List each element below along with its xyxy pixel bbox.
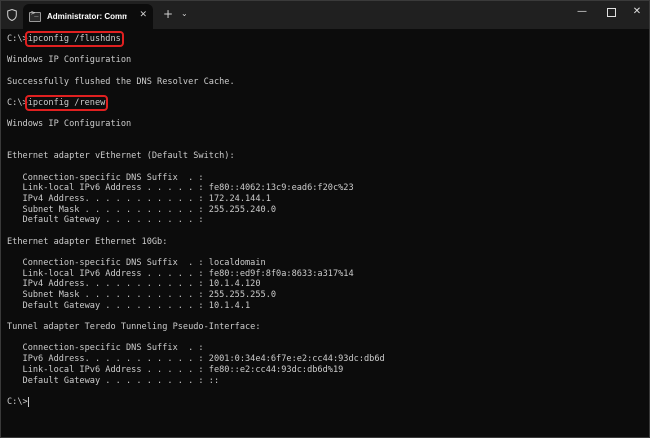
admin-shield-icon — [7, 9, 17, 21]
maximize-icon — [606, 8, 616, 17]
terminal-line: C:\>ipconfig /renew — [7, 95, 643, 112]
terminal-line: Default Gateway . . . . . . . . . : :: — [7, 376, 643, 387]
output-text: Ethernet adapter vEthernet (Default Swit… — [7, 151, 235, 162]
command-text: ipconfig /flushdns — [24, 31, 124, 47]
terminal-line: C:\> — [7, 396, 643, 408]
terminal-line: Connection-specific DNS Suffix . : — [7, 343, 643, 354]
terminal-line: IPv4 Address. . . . . . . . . . . : 172.… — [7, 194, 643, 205]
terminal-line: Link-local IPv6 Address . . . . . : fe80… — [7, 183, 643, 194]
terminal-line: Subnet Mask . . . . . . . . . . . : 255.… — [7, 205, 643, 216]
command-text: ipconfig /renew — [24, 95, 109, 112]
output-text: Default Gateway . . . . . . . . . : 10.1… — [7, 300, 251, 311]
terminal-line: Ethernet adapter Ethernet 10Gb: — [7, 237, 643, 248]
new-tab-button[interactable]: + — [163, 7, 173, 21]
terminal-line: Windows IP Configuration — [7, 119, 643, 130]
close-window-button[interactable]: ✕ — [630, 6, 644, 17]
minimize-button[interactable]: — — [575, 6, 589, 17]
terminal-line: IPv6 Address. . . . . . . . . . . : 2001… — [7, 354, 643, 365]
output-text: Subnet Mask . . . . . . . . . . . : 255.… — [7, 204, 277, 215]
output-text: Windows IP Configuration — [7, 119, 132, 130]
terminal-line: Successfully flushed the DNS Resolver Ca… — [7, 77, 643, 88]
output-text: Link-local IPv6 Address . . . . . : fe80… — [7, 268, 354, 279]
output-text: Default Gateway . . . . . . . . . : :: — [7, 375, 220, 386]
output-text: IPv4 Address. . . . . . . . . . . : 10.1… — [7, 279, 261, 290]
terminal-line: Tunnel adapter Teredo Tunneling Pseudo-I… — [7, 322, 643, 333]
tab-command-prompt[interactable]: Administrator: Command Pro ✕ — [23, 4, 153, 29]
command-prompt-text: C:\> — [7, 396, 28, 407]
terminal-output[interactable]: C:\>ipconfig /flushdns Windows IP Configu… — [7, 31, 643, 437]
terminal-line: Connection-specific DNS Suffix . : local… — [7, 258, 643, 269]
command-prompt-icon — [29, 9, 41, 22]
output-text: Connection-specific DNS Suffix . : — [7, 343, 204, 354]
output-text: Link-local IPv6 Address . . . . . : fe80… — [7, 364, 344, 375]
output-text: Connection-specific DNS Suffix . : local… — [7, 258, 266, 269]
tab-close-icon[interactable]: ✕ — [139, 10, 147, 20]
maximize-button[interactable] — [604, 6, 618, 20]
text-cursor — [27, 396, 29, 407]
output-text: Windows IP Configuration — [7, 55, 132, 66]
terminal-line: Ethernet adapter vEthernet (Default Swit… — [7, 151, 643, 162]
command-prompt-text: C:\> — [7, 34, 28, 44]
title-bar: Administrator: Command Pro ✕ + ⌄ — ✕ — [1, 1, 649, 29]
terminal-line: Default Gateway . . . . . . . . . : 10.1… — [7, 301, 643, 312]
terminal-window: Administrator: Command Pro ✕ + ⌄ — ✕ C:\… — [0, 0, 650, 438]
terminal-line: Link-local IPv6 Address . . . . . : fe80… — [7, 269, 643, 280]
output-text: Tunnel adapter Teredo Tunneling Pseudo-I… — [7, 322, 261, 333]
terminal-line: Windows IP Configuration — [7, 55, 643, 66]
terminal-line: C:\>ipconfig /flushdns — [7, 31, 643, 47]
output-text: Default Gateway . . . . . . . . . : — [7, 215, 204, 226]
output-text: Successfully flushed the DNS Resolver Ca… — [7, 76, 235, 87]
output-text: IPv4 Address. . . . . . . . . . . : 172.… — [7, 194, 271, 205]
output-text: IPv6 Address. . . . . . . . . . . : 2001… — [7, 354, 385, 365]
terminal-line: IPv4 Address. . . . . . . . . . . : 10.1… — [7, 279, 643, 290]
output-text: Link-local IPv6 Address . . . . . : fe80… — [7, 183, 354, 194]
chevron-down-icon[interactable]: ⌄ — [181, 9, 188, 18]
terminal-line: Connection-specific DNS Suffix . : — [7, 173, 643, 184]
terminal-line: Link-local IPv6 Address . . . . . : fe80… — [7, 365, 643, 376]
output-text: Subnet Mask . . . . . . . . . . . : 255.… — [7, 290, 277, 301]
terminal-line: Subnet Mask . . . . . . . . . . . : 255.… — [7, 290, 643, 301]
tab-title: Administrator: Command Pro — [47, 12, 127, 21]
command-prompt-text: C:\> — [7, 98, 28, 109]
terminal-line: Default Gateway . . . . . . . . . : — [7, 215, 643, 226]
output-text: Ethernet adapter Ethernet 10Gb: — [7, 236, 168, 247]
output-text: Connection-specific DNS Suffix . : — [7, 172, 204, 183]
